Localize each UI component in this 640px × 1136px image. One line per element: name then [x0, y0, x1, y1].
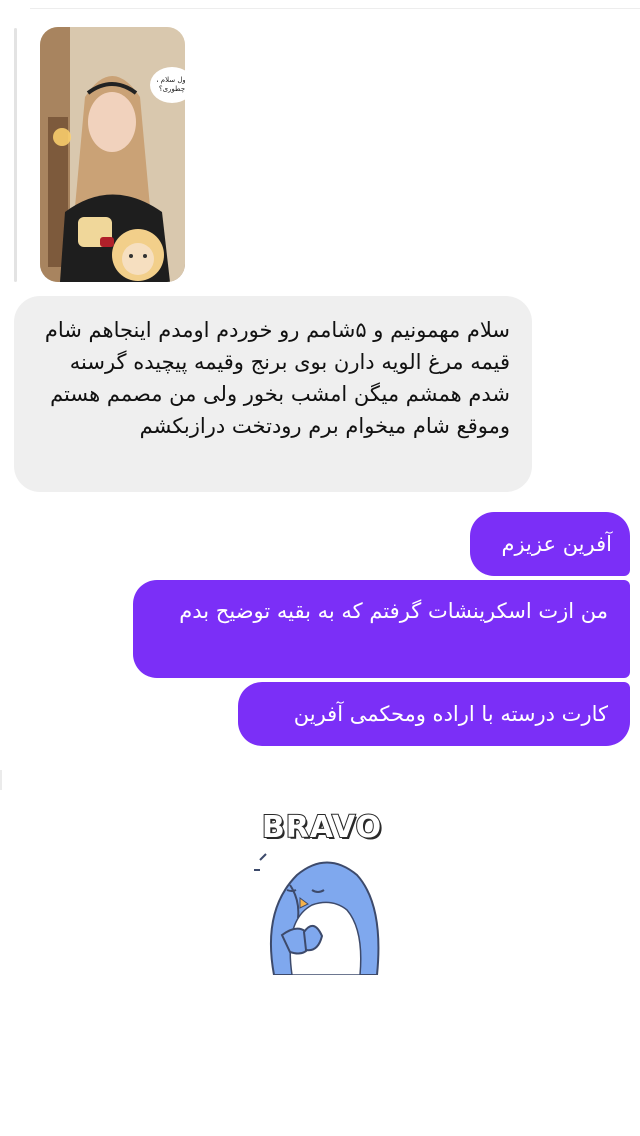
incoming-message-bubble[interactable]: سلام مهمونیم و ۵شامم رو خوردم اومدم اینج… [14, 296, 532, 492]
outgoing-message-bubble[interactable]: من ازت اسکرینشات گرفتم که به بقیه توضیح … [133, 580, 630, 678]
story-photo-icon [40, 27, 185, 282]
outgoing-message-bubble[interactable]: کارت درسته با اراده ومحکمی آفرین [238, 682, 630, 746]
header-divider [30, 8, 640, 9]
bravo-sticker[interactable]: BRAVO [252, 809, 392, 975]
story-reply-thumbnail[interactable]: اول سلام ، چطوری؟ [40, 27, 185, 282]
outgoing-message-bubble[interactable]: آفرین عزیزم [470, 512, 630, 576]
penguin-icon [254, 853, 380, 975]
story-reply-indicator [14, 28, 17, 282]
scroll-indicator [0, 770, 2, 790]
